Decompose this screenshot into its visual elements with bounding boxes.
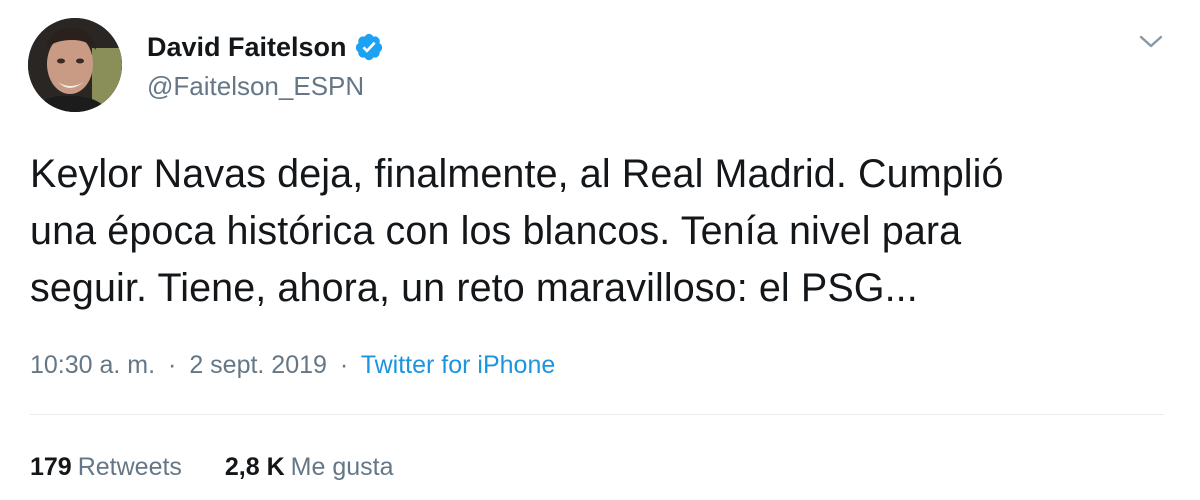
likes-stat[interactable]: 2,8 K Me gusta xyxy=(225,450,394,484)
meta-separator: · xyxy=(339,351,349,379)
retweets-stat[interactable]: 179 Retweets xyxy=(30,450,182,484)
author-handle[interactable]: @Faitelson_ESPN xyxy=(147,70,364,102)
tweet-stats: 179 Retweets 2,8 K Me gusta xyxy=(30,450,394,484)
likes-count: 2,8 K xyxy=(224,453,285,481)
divider xyxy=(30,414,1164,415)
tweet-text: Keylor Navas deja, finalmente, al Real M… xyxy=(30,146,1180,317)
tweet-meta: 10:30 a. m. · 2 sept. 2019 · Twitter for… xyxy=(30,348,555,382)
tweet-text-line: seguir. Tiene, ahora, un reto maravillos… xyxy=(30,266,918,310)
meta-separator: · xyxy=(168,351,177,379)
tweet-text-line: Keylor Navas deja, finalmente, al Real M… xyxy=(30,152,1004,196)
author-display-name[interactable]: David Faitelson xyxy=(147,30,347,64)
tweet-time[interactable]: 10:30 a. m. xyxy=(30,351,155,379)
tweet-source-link[interactable]: Twitter for iPhone xyxy=(361,351,556,379)
tweet-date[interactable]: 2 sept. 2019 xyxy=(189,351,327,379)
retweets-count: 179 xyxy=(30,453,72,481)
author-name-row[interactable]: David Faitelson xyxy=(147,30,384,64)
retweets-label: Retweets xyxy=(77,453,182,481)
chevron-down-icon[interactable] xyxy=(1138,32,1164,52)
likes-label: Me gusta xyxy=(290,453,394,481)
avatar[interactable] xyxy=(28,18,122,112)
verified-badge-icon xyxy=(355,33,382,61)
tweet-text-line: una época histórica con los blancos. Ten… xyxy=(30,209,962,253)
tweet-card: David Faitelson @Faitelson_ESPN Keylor N… xyxy=(0,0,1200,500)
avatar-photo xyxy=(28,18,122,112)
